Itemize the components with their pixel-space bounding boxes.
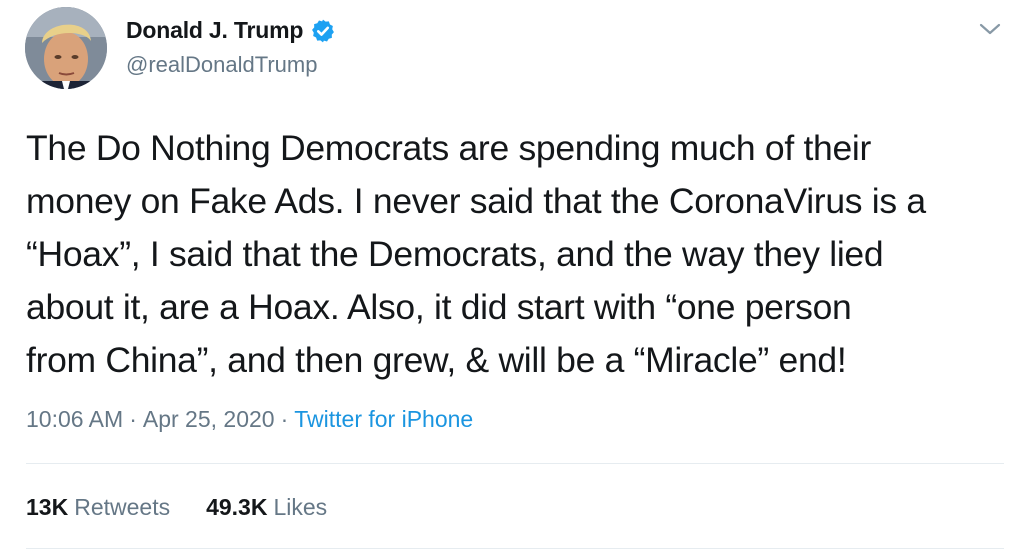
display-name[interactable]: Donald J. Trump (126, 17, 303, 44)
likes-stat[interactable]: 49.3K Likes (206, 494, 327, 521)
divider-bottom (26, 548, 1004, 549)
tweet-date[interactable]: Apr 25, 2020 (143, 406, 275, 432)
meta-separator-2: · (280, 406, 289, 432)
likes-label: Likes (273, 494, 328, 520)
meta-separator: · (129, 406, 137, 432)
avatar-image (25, 7, 107, 89)
chevron-down-icon[interactable] (978, 20, 1002, 38)
user-handle[interactable]: @realDonaldTrump (126, 52, 317, 78)
author-name-row: Donald J. Trump (126, 17, 336, 44)
tweet-meta: 10:06 AM · Apr 25, 2020 · Twitter for iPhone (26, 406, 473, 433)
likes-count: 49.3K (206, 494, 268, 520)
verified-badge-icon (312, 19, 335, 42)
tweet-stats: 13K Retweets 49.3K Likes (26, 494, 363, 521)
tweet-card: Donald J. Trump @realDonaldTrump The Do … (0, 0, 1024, 552)
tweet-time[interactable]: 10:06 AM (26, 406, 123, 432)
retweets-label: Retweets (74, 494, 171, 520)
retweets-stat[interactable]: 13K Retweets (26, 494, 170, 521)
avatar[interactable] (25, 7, 107, 89)
tweet-source-link[interactable]: Twitter for iPhone (294, 406, 473, 432)
retweets-count: 13K (26, 494, 69, 520)
divider (26, 463, 1004, 464)
tweet-text: The Do Nothing Democrats are spending mu… (26, 128, 926, 380)
